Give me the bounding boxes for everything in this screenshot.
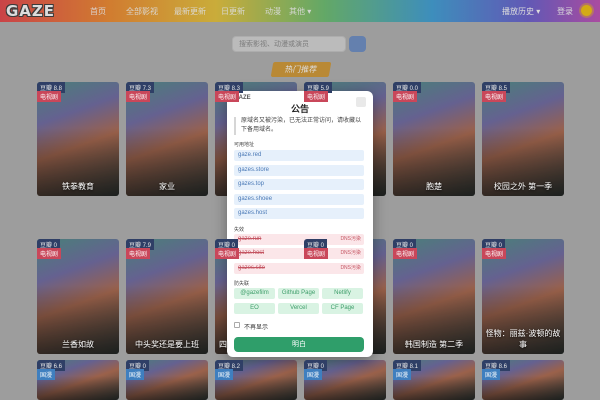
genre-badge: 国漫 [482,369,501,380]
notice-text: 原域名又被污染，已无法正常访问，请收藏以下备用域名。 [234,117,364,135]
genre-badge: 电视剧 [37,91,62,102]
genre-badge: 国漫 [126,369,145,380]
genre-badge: 电视剧 [393,91,418,102]
available-domain[interactable]: gazes.top [234,179,364,190]
genre-badge: 电视剧 [37,248,62,259]
available-section-label: 可用地址 [234,142,255,148]
contact-link-eo[interactable]: EO [234,303,275,314]
card-title: 铁拳教育 [62,182,94,191]
available-domain[interactable]: gazes.store [234,165,364,176]
available-domain[interactable]: gazes.shoee [234,194,364,205]
contact-link-gazefilm[interactable]: @gazefilm [234,288,275,299]
card-title: 家业 [159,182,175,191]
card-title: 兰香如故 [62,340,94,349]
dns-status: DNS污染 [340,250,361,256]
genre-badge: 电视剧 [393,248,418,259]
contact-section-label: 防失联 [234,281,250,287]
genre-badge: 电视剧 [482,248,507,259]
dont-show-label[interactable]: 不再显示 [244,322,268,331]
failed-domain: gazes.site DNS污染 [234,263,364,274]
contact-link-vercel[interactable]: Vercel [278,303,319,314]
announcement-modal: GAZE 公告 原域名又被污染，已无法正常访问，请收藏以下备用域名。 [227,91,373,357]
genre-badge: 电视剧 [215,248,240,259]
failed-section-label: 失效 [234,227,245,233]
card-title: 胞楚 [426,182,442,191]
available-domain[interactable]: gaze.red [234,150,364,161]
genre-badge: 电视剧 [304,248,329,259]
genre-badge: 国漫 [393,369,412,380]
dns-status: DNS污染 [340,236,361,242]
genre-badge: 电视剧 [482,91,507,102]
domain-name: gazes.host [238,210,268,216]
domain-name: gazes.shoee [238,196,273,202]
failed-domain: gaze.run DNS污染 [234,234,364,245]
contact-link-netlify[interactable]: Netlify [322,288,363,299]
genre-badge: 电视剧 [126,91,151,102]
modal-title: 公告 [290,104,309,114]
contact-link-cf-page[interactable]: CF Page [322,303,363,314]
genre-badge: 国漫 [37,369,56,380]
genre-badge: 电视剧 [215,91,240,102]
failed-domain: gaze.host DNS污染 [234,248,364,259]
close-icon[interactable] [356,97,366,107]
dns-status: DNS污染 [340,265,361,271]
domain-name: gazes.store [238,167,270,173]
available-domain[interactable]: gazes.host [234,208,364,219]
genre-badge: 国漫 [304,369,323,380]
domain-name: gaze.red [238,152,262,158]
contact-link-github[interactable]: Github Page [278,288,319,299]
card-title: 韩国制造 第二季 [404,340,464,349]
card-title: 四 [219,340,227,349]
card-title: 中头奖还是要上班 [135,340,199,349]
card-title: 校园之外 第一季 [493,182,553,191]
card-title: 怪物：丽兹·波顿的故事 [485,329,561,349]
domain-name: gaze.run [238,236,262,242]
domain-name: gazes.site [238,265,266,271]
genre-badge: 电视剧 [126,248,151,259]
genre-badge: 国漫 [215,369,234,380]
domain-name: gazes.top [238,181,265,187]
genre-badge: 电视剧 [304,91,329,102]
domain-name: gaze.host [238,250,265,256]
dont-show-checkbox[interactable] [234,322,240,328]
